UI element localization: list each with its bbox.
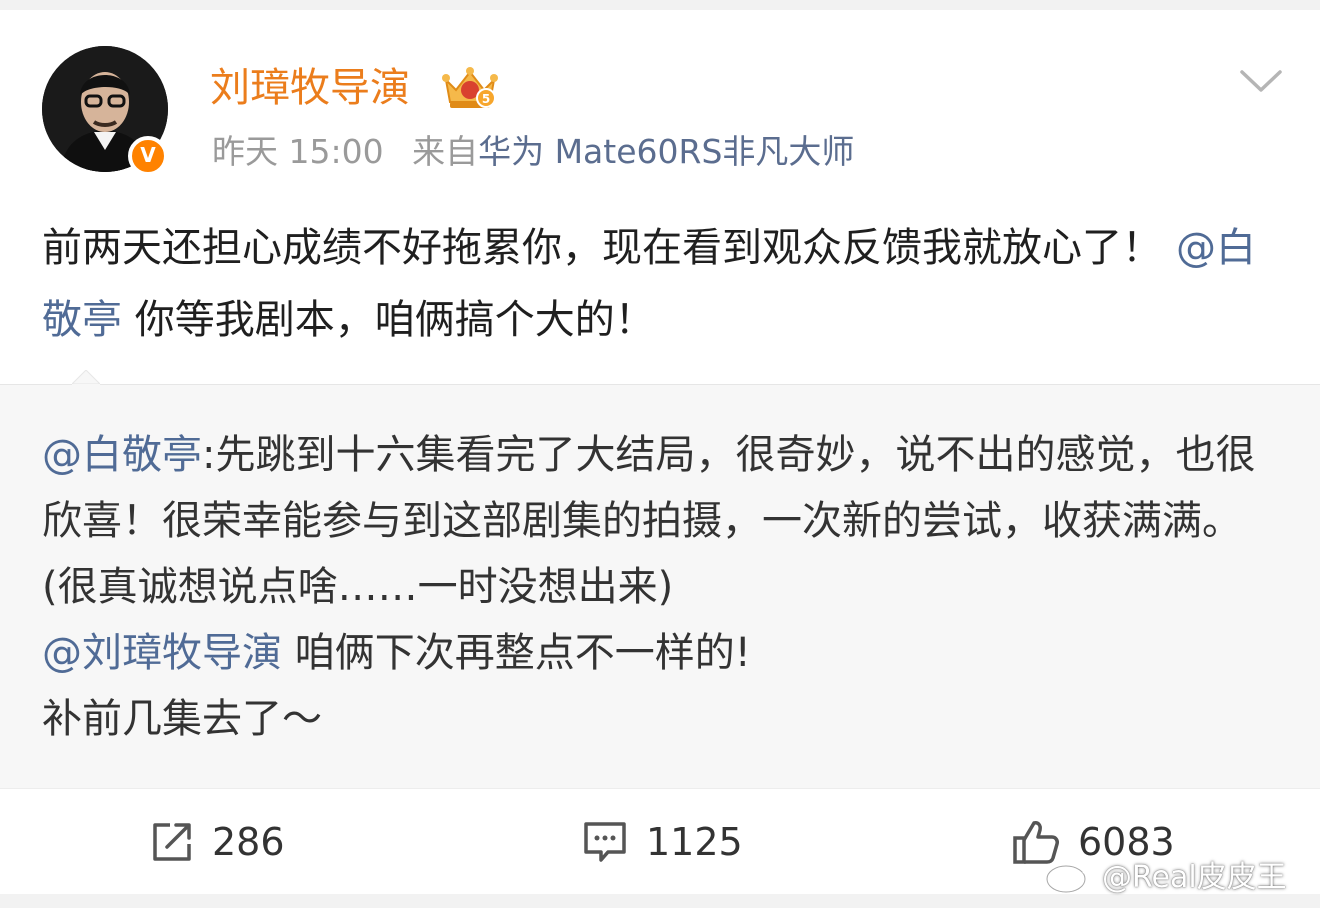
repost-text-2: 咱俩下次再整点不一样的! (282, 630, 751, 676)
repost-paragraph: @白敬亭:先跳到十六集看完了大结局，很奇妙，说不出的感觉，也很欣喜！很荣幸能参与… (42, 422, 1282, 620)
author-name[interactable]: 刘璋牧导演 (210, 60, 410, 116)
post-meta: 昨天 15:00 来自华为 Mate60RS非凡大师 (212, 128, 854, 176)
source-device[interactable]: 华为 Mate60RS非凡大师 (478, 132, 854, 171)
repost-text-1: :先跳到十六集看完了大结局，很奇妙，说不出的感觉，也很欣喜！很荣幸能参与到这部剧… (42, 432, 1256, 610)
post-body: 前两天还担心成绩不好拖累你，现在看到观众反馈我就放心了！ @白敬亭 你等我剧本，咱… (42, 212, 1282, 356)
repost-mention-director[interactable]: @刘璋牧导演 (42, 630, 282, 676)
share-icon (153, 823, 191, 861)
post-text-part1: 前两天还担心成绩不好拖累你，现在看到观众反馈我就放心了！ (42, 225, 1162, 271)
comment-count: 1125 (646, 820, 743, 864)
watermark-text: @Real皮皮王 (1102, 860, 1287, 895)
source-prefix: 来自 (412, 132, 479, 171)
repost-button[interactable]: 286 (150, 789, 285, 895)
post-text-part2: 你等我剧本，咱俩搞个大的！ (122, 297, 655, 343)
svg-text:5: 5 (482, 92, 490, 106)
verified-badge: V (128, 136, 168, 176)
repost-notch (72, 370, 100, 398)
repost-text-3: 补前几集去了～ (42, 696, 322, 742)
repost-count: 286 (212, 820, 285, 864)
repost-mention-author[interactable]: @白敬亭 (42, 432, 202, 478)
comment-icon (584, 822, 626, 862)
crown-vip-icon[interactable]: 5 (440, 66, 500, 112)
chevron-down-icon[interactable] (1238, 66, 1284, 96)
weibo-logo-icon (1045, 857, 1092, 894)
repost-body: @白敬亭:先跳到十六集看完了大结局，很奇妙，说不出的感觉，也很欣喜！很荣幸能参与… (42, 422, 1282, 752)
post-time: 昨天 15:00 (212, 132, 384, 171)
watermark: @Real皮皮王 (1044, 852, 1287, 896)
bottom-divider (0, 894, 1320, 908)
repost-line-2: @刘璋牧导演 咱俩下次再整点不一样的! (42, 620, 1282, 686)
top-divider (0, 0, 1320, 10)
comment-button[interactable]: 1125 (582, 789, 743, 895)
